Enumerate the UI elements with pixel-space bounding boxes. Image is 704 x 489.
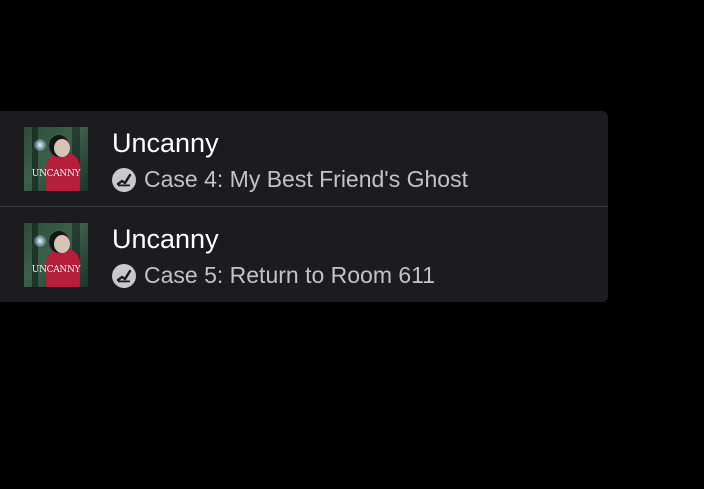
played-check-icon: [112, 263, 136, 288]
played-check-icon: [112, 167, 136, 192]
episode-title: Case 5: Return to Room 611: [144, 262, 436, 288]
podcast-title: Uncanny: [112, 224, 219, 254]
episode-list: UNCANNY Uncanny Case 4: My Best Friend's…: [0, 111, 608, 302]
episode-row[interactable]: UNCANNY Uncanny Case 4: My Best Friend's…: [0, 111, 608, 206]
podcast-artwork: UNCANNY: [24, 127, 88, 191]
artwork-logo: UNCANNY: [31, 265, 81, 275]
episode-subtitle: Case 4: My Best Friend's Ghost: [112, 166, 468, 193]
episode-title: Case 4: My Best Friend's Ghost: [144, 166, 468, 192]
episode-subtitle: Case 5: Return to Room 611: [112, 262, 435, 289]
artwork-logo: UNCANNY: [31, 169, 81, 179]
podcast-title: Uncanny: [112, 128, 219, 158]
episode-row[interactable]: UNCANNY Uncanny Case 5: Return to Room 6…: [0, 207, 608, 302]
podcast-artwork: UNCANNY: [24, 223, 88, 287]
